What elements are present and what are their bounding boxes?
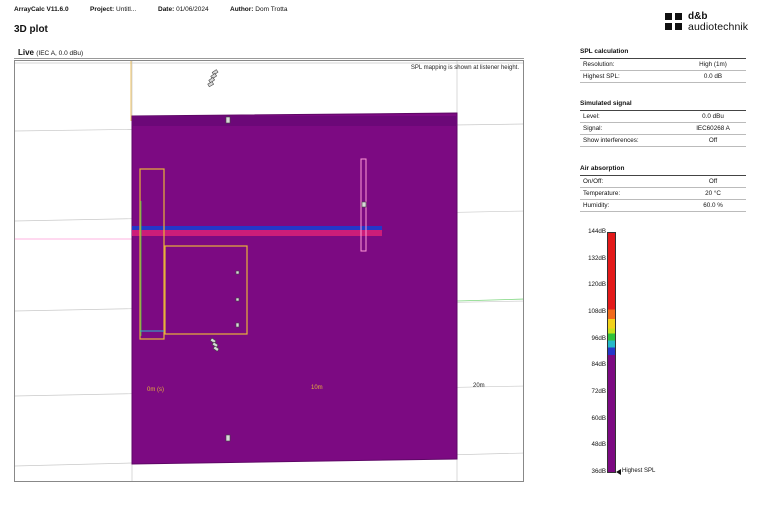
row-value: IEC60268 A xyxy=(696,125,730,132)
scale-tick-label: 36dB xyxy=(591,468,606,475)
speaker-center-2[interactable] xyxy=(235,297,240,302)
scale-tick-label: 48dB xyxy=(591,441,606,449)
red-band xyxy=(132,230,382,236)
logo-line-2: audiotechnik xyxy=(688,21,749,33)
highest-spl-pointer-icon xyxy=(616,469,621,475)
scale-tick-label: 144dB xyxy=(588,228,606,235)
blue-band xyxy=(132,226,382,230)
scale-tick-label: 120dB xyxy=(588,281,606,289)
row-value: Off xyxy=(708,137,718,144)
row-value: 0.0 dB xyxy=(703,73,723,80)
speaker-center-1[interactable] xyxy=(235,270,240,275)
scale-bar xyxy=(607,232,616,473)
date-value: 01/06/2024 xyxy=(176,6,209,13)
panel-title: SPL calculation xyxy=(580,48,746,59)
project-value: Untitl... xyxy=(116,6,137,13)
speaker-top-center[interactable] xyxy=(225,116,231,124)
project-info: Project: Untitl... xyxy=(90,6,136,13)
field-top-edge xyxy=(132,116,457,126)
row-value: Off xyxy=(708,178,718,185)
distance-label-20: 20m xyxy=(473,383,485,389)
db-logo-icon xyxy=(665,13,682,30)
plot-subtitle: (IEC A, 0.0 dBu) xyxy=(36,50,84,57)
row-value: 20 °C xyxy=(705,190,721,197)
row-label: Humidity: xyxy=(583,202,610,209)
speaker-bottom-center[interactable] xyxy=(225,434,231,442)
air-absorption-panel: Air absorption On/Off: Off Temperature: … xyxy=(580,165,746,212)
scale-tick-label: 132dB xyxy=(588,254,606,262)
level-row: Level: 0.0 dBu xyxy=(580,111,746,123)
panel-title: Simulated signal xyxy=(580,100,746,111)
row-label: Level: xyxy=(583,113,600,120)
row-label: On/Off: xyxy=(583,178,604,185)
row-label: Signal: xyxy=(583,125,603,132)
author-value: Dom Trotta xyxy=(255,6,288,13)
trace-line-right xyxy=(456,298,523,302)
simulated-signal-panel: Simulated signal Level: 0.0 dBu Signal: … xyxy=(580,100,746,147)
scale-tick-label: 84dB xyxy=(591,361,606,369)
distance-label-10: 10m xyxy=(311,385,323,391)
scale-tick-label: 108dB xyxy=(588,308,606,315)
row-label: Temperature: xyxy=(583,190,621,197)
author-info: Author: Dom Trotta xyxy=(230,6,287,13)
row-label: Show interferences: xyxy=(583,137,639,144)
spl-3d-plot[interactable]: 0m (s) 10m 20m xyxy=(15,61,524,482)
scale-tick-label: 60dB xyxy=(591,414,606,422)
speaker-center-3[interactable] xyxy=(235,322,240,328)
speaker-right[interactable] xyxy=(361,201,367,208)
plot-viewport[interactable]: 0m (s) 10m 20m SPL mapping is shown at l… xyxy=(14,60,524,482)
signal-row: Signal: IEC60268 A xyxy=(580,123,746,135)
row-value: High (1m) xyxy=(699,61,727,68)
plot-note: SPL mapping is shown at listener height. xyxy=(410,65,519,71)
panel-title: Air absorption xyxy=(580,165,746,176)
app-version: ArrayCalc V11.6.0 xyxy=(14,6,69,13)
row-label: Highest SPL: xyxy=(583,73,620,80)
on-off-row: On/Off: Off xyxy=(580,176,746,188)
speaker-array-top[interactable] xyxy=(207,69,219,88)
page-title: 3D plot xyxy=(14,24,48,35)
show-interferences-row: Show interferences: Off xyxy=(580,135,746,147)
distance-label-0: 0m (s) xyxy=(147,387,164,393)
highest-spl-row: Highest SPL: 0.0 dB xyxy=(580,71,746,83)
brand-logo: d&b audiotechnik xyxy=(664,11,754,34)
row-value: 0.0 dBu xyxy=(702,113,724,120)
project-label: Project: xyxy=(90,6,115,13)
highest-spl-pointer-label: Highest SPL xyxy=(622,468,656,474)
spl-mapping-field[interactable] xyxy=(131,112,458,465)
spl-calculation-panel: SPL calculation Resolution: High (1m) Hi… xyxy=(580,48,746,83)
plot-title: Live xyxy=(18,48,35,57)
scale-tick-label: 96dB xyxy=(591,334,606,342)
scale-tick-label: 72dB xyxy=(591,388,606,395)
humidity-row: Humidity: 60.0 % xyxy=(580,200,746,212)
resolution-row: Resolution: High (1m) xyxy=(580,59,746,71)
author-label: Author: xyxy=(230,6,254,13)
date-info: Date: 01/06/2024 xyxy=(158,6,209,13)
plot-divider xyxy=(14,58,524,59)
row-value: 60.0 % xyxy=(703,202,723,209)
date-label: Date: xyxy=(158,6,175,13)
temperature-row: Temperature: 20 °C xyxy=(580,188,746,200)
spl-color-scale: 144dB 132dB 120dB 108dB 96dB 84dB 72dB 60dB 48dB… xyxy=(578,228,678,480)
row-label: Resolution: xyxy=(583,61,615,68)
plot-heading: Live (IEC A, 0.0 dBu) xyxy=(18,48,83,57)
